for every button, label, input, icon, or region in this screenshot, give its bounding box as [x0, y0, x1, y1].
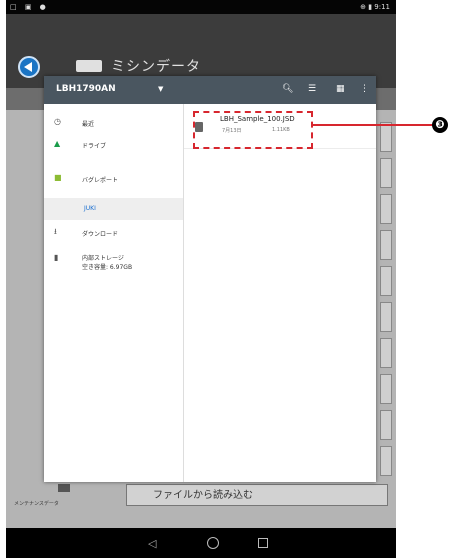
sewing-machine-icon: [76, 60, 102, 72]
drawer-item-label: JUKI: [84, 205, 96, 212]
callout-number: ❸: [432, 117, 448, 133]
drawer-item-drive[interactable]: ▲ ドライブ: [44, 134, 183, 156]
maintenance-icon: [58, 484, 70, 492]
drawer-item-label: バグレポート: [82, 177, 119, 184]
sort-icon[interactable]: ☰: [308, 84, 316, 94]
drawer-item-download[interactable]: ⭳ ダウンロード: [44, 222, 183, 244]
background-side-button: [380, 338, 392, 368]
background-side-button: [380, 446, 392, 476]
search-icon[interactable]: 🔍︎: [282, 84, 293, 94]
drawer-item-label: 内部ストレージ: [82, 255, 124, 262]
callout-leader-line: [313, 124, 434, 126]
background-side-button: [380, 302, 392, 332]
drawer-item-juki[interactable]: JUKI: [44, 198, 183, 220]
clock-icon: ◷: [54, 117, 61, 126]
navigation-bar: ◁: [6, 528, 396, 558]
status-time: ⊕ ▮ 9:11: [360, 3, 390, 11]
background-side-button: [380, 410, 392, 440]
background-side-button: [380, 230, 392, 260]
drawer-item-recent[interactable]: ◷ 最近: [44, 112, 183, 134]
nav-home-icon[interactable]: [207, 537, 219, 549]
background-side-button: [380, 374, 392, 404]
maintenance-label: メンテナンスデータ: [14, 501, 59, 507]
drive-icon: ▲: [54, 139, 61, 148]
more-icon[interactable]: ⋮: [360, 84, 369, 94]
status-left-icons: □ ▣ ●: [10, 3, 49, 11]
drawer-item-label: 最近: [82, 121, 95, 128]
nav-recent-icon[interactable]: [258, 538, 268, 548]
app-title: ミシンデータ: [111, 59, 201, 75]
background-side-button: [380, 266, 392, 296]
background-side-button: [380, 158, 392, 188]
dialog-toolbar: LBH1790AN ▼ 🔍︎ ☰ ▦ ⋮: [44, 76, 376, 104]
nav-back-icon[interactable]: ◁: [148, 537, 156, 550]
drawer-item-label: ダウンロード: [82, 231, 119, 238]
sd-card-icon: ▮: [54, 253, 59, 262]
back-button[interactable]: [18, 56, 40, 78]
dialog-title[interactable]: LBH1790AN: [56, 84, 116, 94]
drawer-item-sublabel: 空き容量: 6.97GB: [82, 264, 133, 271]
dialog-drawer: ◷ 最近 ▲ ドライブ ■ バグレポート JUKI ⭳ ダウンロード ▮ 内部ス…: [44, 104, 184, 482]
chevron-down-icon[interactable]: ▼: [158, 85, 163, 93]
background-side-button: [380, 194, 392, 224]
background-side-button: [380, 122, 392, 152]
download-icon: ⭳: [54, 227, 57, 236]
read-from-file-button[interactable]: ファイルから読み込む: [126, 484, 388, 506]
drawer-item-label: ドライブ: [82, 143, 107, 150]
grid-view-icon[interactable]: ▦: [336, 84, 345, 94]
file-highlight-box: [193, 111, 313, 149]
status-bar: □ ▣ ● ⊕ ▮ 9:11: [6, 0, 396, 14]
drawer-item-bugreport[interactable]: ■ バグレポート: [44, 168, 183, 190]
file-list: LBH_Sample_100.JSD 7月13日 1.11KB: [184, 104, 376, 482]
drawer-item-internal-storage[interactable]: ▮ 内部ストレージ 空き容量: 6.97GB: [44, 246, 183, 276]
android-icon: ■: [54, 173, 62, 182]
